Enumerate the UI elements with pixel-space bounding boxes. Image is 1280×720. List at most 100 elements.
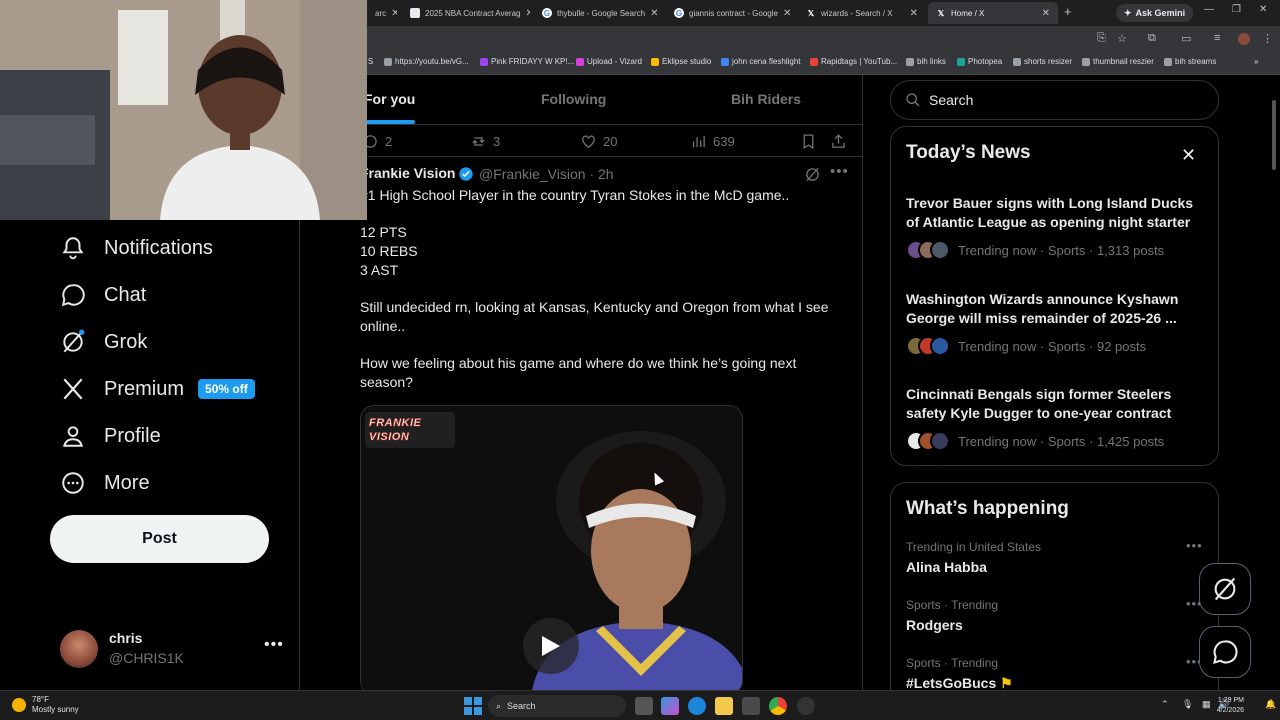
tab-nba-contract[interactable]: 2025 NBA Contract Averag ✕ [402, 2, 530, 24]
minimize-icon[interactable]: — [1204, 4, 1214, 15]
trend-item[interactable]: Sports · Trending Rodgers ••• [906, 596, 1206, 633]
app-icon[interactable] [797, 697, 815, 715]
tab-home-x[interactable]: 𝕏 Home / X ✕ [928, 2, 1058, 24]
bookmark-star-icon[interactable]: ☆ [1117, 32, 1127, 45]
grok-icon[interactable] [804, 166, 821, 183]
sidebar-item-notifications[interactable]: Notifications [60, 235, 213, 261]
close-window-icon[interactable]: ✕ [1259, 4, 1267, 15]
sidebar-item-profile[interactable]: Profile [60, 423, 161, 449]
trend-item[interactable]: Trending in United States Alina Habba ••… [906, 538, 1206, 575]
page-scrollbar[interactable] [1271, 78, 1277, 686]
store-icon[interactable] [742, 697, 760, 715]
scrollbar-thumb[interactable] [1272, 100, 1276, 170]
news-item[interactable]: Trevor Bauer signs with Long Island Duck… [906, 194, 1206, 260]
sidepanel-icon[interactable]: ▭ [1181, 32, 1191, 45]
like-button[interactable]: 20 [580, 133, 617, 150]
tab-following[interactable]: Following [541, 91, 606, 107]
more-dots-icon[interactable]: ••• [1186, 538, 1203, 553]
more-dots-icon[interactable]: ••• [830, 163, 849, 180]
tray-chevron-icon[interactable]: ⌃ [1161, 699, 1169, 710]
new-tab-button[interactable]: + [1064, 4, 1072, 19]
install-app-icon[interactable]: ⎘ [1097, 32, 1106, 45]
profile-avatar-icon[interactable] [1238, 33, 1250, 45]
bookmark-item[interactable]: bih links [906, 57, 946, 66]
globe-icon [1164, 57, 1172, 66]
bookmark-item[interactable]: Eklipse studio [651, 57, 711, 66]
file-explorer-icon[interactable] [715, 697, 733, 715]
windows-start-icon[interactable] [464, 697, 482, 715]
trend-item[interactable]: Sports · Trending #LetsGoBucs ⚑ ••• [906, 654, 1206, 692]
clock[interactable]: 1:29 PM 4/2/2026 [1204, 696, 1244, 716]
copilot-icon[interactable] [661, 697, 679, 715]
close-icon[interactable]: ✕ [525, 8, 530, 19]
more-bookmarks-icon[interactable]: » [1254, 57, 1258, 66]
chrome-icon[interactable] [769, 697, 787, 715]
repost-button[interactable]: 3 [470, 133, 500, 150]
bookmark-item[interactable]: https://youtu.be/vG... [384, 57, 469, 66]
ask-gemini-button[interactable]: ✦ Ask Gemini [1116, 4, 1194, 22]
bookmark-item[interactable]: Photopea [957, 57, 1002, 66]
chat-float-button[interactable] [1199, 626, 1251, 678]
grok-float-button[interactable] [1199, 563, 1251, 615]
close-icon[interactable]: ✕ [783, 8, 791, 19]
news-item[interactable]: Cincinnati Bengals sign former Steelers … [906, 385, 1206, 451]
taskbar-search[interactable]: ⌕ Search [488, 695, 626, 717]
verified-badge-icon [459, 167, 473, 181]
weather-widget[interactable]: 78°F Mostly sunny [12, 695, 79, 715]
avatar [60, 630, 98, 668]
close-icon[interactable]: ✕ [1042, 8, 1050, 19]
edge-icon[interactable] [688, 697, 706, 715]
notification-bell-icon[interactable]: 🔔 [1265, 699, 1276, 710]
tab-for-you[interactable]: For you [364, 91, 415, 107]
account-switcher[interactable]: chris @CHRIS1K ••• [60, 628, 290, 670]
close-icon[interactable]: ✕ [1181, 145, 1196, 166]
clock-time: 1:29 PM [1217, 697, 1244, 704]
bookmark-item[interactable]: Pink FRIDAYY W KP!... [480, 57, 574, 66]
bookmark-button[interactable] [800, 133, 817, 150]
bookmark-item[interactable]: bih streams [1164, 57, 1216, 66]
sidebar-item-premium[interactable]: Premium 50% off [60, 376, 255, 402]
todays-news-card: Today’s News ✕ Trevor Bauer signs with L… [890, 126, 1219, 466]
media-icon[interactable]: ≡ [1214, 32, 1220, 44]
tweet-author[interactable]: Frankie Vision [360, 165, 455, 181]
bookmark-item[interactable]: shorts resizer [1013, 57, 1072, 66]
sidebar-item-chat[interactable]: Chat [60, 282, 146, 308]
happening-title: What’s happening [906, 498, 1069, 519]
tab-wizards[interactable]: 𝕏 wizards - Search / X ✕ [798, 2, 926, 24]
bookmark-item[interactable]: Rapidtags | YouTub... [810, 57, 897, 66]
mic-icon[interactable]: 🎙 [1182, 699, 1193, 710]
tweet-video[interactable]: FRANKIE VISION [360, 405, 743, 690]
search-box[interactable] [890, 80, 1219, 120]
close-icon[interactable]: ✕ [391, 8, 397, 19]
menu-kebab-icon[interactable]: ⋮ [1262, 32, 1273, 45]
maximize-icon[interactable]: ❐ [1232, 4, 1241, 15]
chat-icon [61, 284, 85, 307]
views-button[interactable]: 639 [690, 133, 735, 150]
tab-giannis[interactable]: G giannis contract - Google ✕ [666, 2, 794, 24]
bookmark-label: shorts resizer [1024, 57, 1073, 66]
close-icon[interactable]: ✕ [650, 8, 658, 19]
play-icon [542, 636, 560, 656]
news-item[interactable]: Washington Wizards announce Kyshawn Geor… [906, 290, 1206, 356]
more-dots-icon[interactable]: ••• [264, 636, 284, 654]
play-button[interactable] [523, 618, 579, 674]
bookmark-item[interactable]: thumbnail reszier [1082, 57, 1154, 66]
search-input[interactable] [929, 92, 1199, 108]
close-icon[interactable]: ✕ [910, 8, 918, 19]
bookmark-item[interactable]: S [368, 57, 373, 66]
sidebar-item-more[interactable]: More [60, 470, 150, 496]
news-headline: Washington Wizards announce Kyshawn Geor… [906, 291, 1179, 326]
tab-arc[interactable]: arc ✕ [367, 2, 397, 24]
tweet-handle-time[interactable]: @Frankie_Vision · 2h [479, 166, 614, 182]
share-button[interactable] [830, 133, 847, 150]
tab-thybulle[interactable]: G thybulle - Google Search ✕ [534, 2, 662, 24]
gemini-icon: ✦ [1124, 7, 1132, 18]
extensions-icon[interactable]: ⧉ [1148, 32, 1156, 45]
globe-icon [384, 57, 392, 66]
bookmark-item[interactable]: john cena fleshlight [721, 57, 801, 66]
bookmark-item[interactable]: Upload - Vizard [576, 57, 642, 66]
task-view-icon[interactable] [635, 697, 653, 715]
post-button[interactable]: Post [50, 515, 269, 563]
tab-bih-riders[interactable]: Bih Riders [731, 91, 801, 107]
sidebar-item-grok[interactable]: Grok [60, 329, 147, 355]
